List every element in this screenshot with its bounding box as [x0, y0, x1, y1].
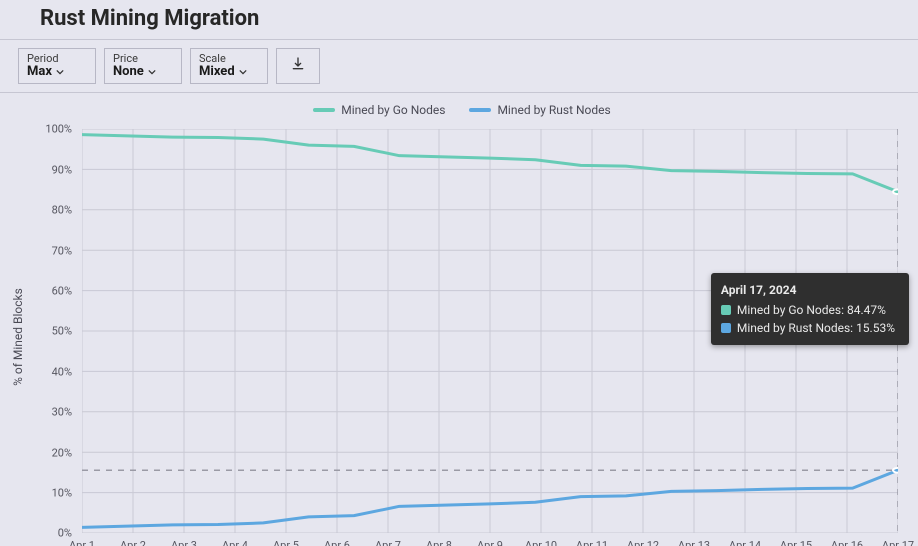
- legend-item-rust[interactable]: Mined by Rust Nodes: [469, 103, 610, 117]
- y-tick: 80%: [52, 204, 72, 217]
- x-tick: Apr 14: [729, 539, 761, 546]
- x-tick: Apr 9: [477, 539, 503, 546]
- price-value: None: [113, 65, 144, 79]
- chart-legend: Mined by Go Nodes Mined by Rust Nodes: [10, 99, 914, 119]
- y-tick: 100%: [45, 123, 72, 136]
- tooltip-date: April 17, 2024: [721, 281, 895, 299]
- chart-container: Mined by Go Nodes Mined by Rust Nodes % …: [0, 93, 918, 546]
- scale-selector[interactable]: Scale Mixed: [190, 48, 268, 84]
- legend-swatch-rust: [469, 108, 491, 112]
- y-tick: 20%: [52, 446, 72, 459]
- x-tick: Apr 6: [324, 539, 350, 546]
- chevron-down-icon: [148, 68, 156, 76]
- y-axis-ticks: 0%10%20%30%40%50%60%70%80%90%100%: [24, 129, 78, 533]
- y-tick: 10%: [52, 486, 72, 499]
- chevron-down-icon: [239, 68, 247, 76]
- page-title: Rust Mining Migration: [0, 0, 918, 40]
- x-tick: Apr 15: [780, 539, 812, 546]
- x-axis-ticks: Apr 1Apr 2Apr 3Apr 4Apr 5Apr 6Apr 7Apr 8…: [82, 537, 898, 546]
- period-value: Max: [27, 65, 52, 79]
- x-tick: Apr 2: [120, 539, 146, 546]
- x-tick: Apr 7: [375, 539, 401, 546]
- y-axis-label: % of Mined Blocks: [11, 289, 25, 387]
- price-selector[interactable]: Price None: [104, 48, 182, 84]
- x-tick: Apr 16: [831, 539, 863, 546]
- y-tick: 70%: [52, 244, 72, 257]
- legend-item-go[interactable]: Mined by Go Nodes: [313, 103, 445, 117]
- period-selector[interactable]: Period Max: [18, 48, 96, 84]
- y-tick: 50%: [52, 325, 72, 338]
- chart-area[interactable]: % of Mined Blocks 0%10%20%30%40%50%60%70…: [24, 119, 914, 546]
- x-tick: Apr 13: [678, 539, 710, 546]
- legend-label-rust: Mined by Rust Nodes: [497, 103, 610, 117]
- chart-tooltip: April 17, 2024 Mined by Go Nodes: 84.47%…: [711, 273, 909, 345]
- x-tick: Apr 8: [426, 539, 452, 546]
- tooltip-swatch-go: [721, 305, 731, 315]
- x-tick: Apr 3: [171, 539, 197, 546]
- legend-label-go: Mined by Go Nodes: [341, 103, 445, 117]
- scale-value: Mixed: [199, 65, 235, 79]
- x-tick: Apr 10: [525, 539, 557, 546]
- y-tick: 40%: [52, 365, 72, 378]
- legend-swatch-go: [313, 108, 335, 112]
- tooltip-swatch-rust: [721, 323, 731, 333]
- x-tick: Apr 4: [222, 539, 248, 546]
- y-tick: 0%: [58, 527, 72, 540]
- y-tick: 60%: [52, 284, 72, 297]
- chart-toolbar: Period Max Price None Scale Mixed: [0, 40, 918, 93]
- x-tick: Apr 12: [627, 539, 659, 546]
- y-tick: 30%: [52, 406, 72, 419]
- y-tick: 90%: [52, 163, 72, 176]
- chevron-down-icon: [56, 68, 64, 76]
- download-button[interactable]: [276, 48, 320, 84]
- tooltip-rust-value: Mined by Rust Nodes: 15.53%: [737, 319, 895, 337]
- x-tick: Apr 17: [882, 539, 914, 546]
- x-tick: Apr 1: [69, 539, 95, 546]
- download-icon: [290, 56, 306, 76]
- x-tick: Apr 11: [576, 539, 608, 546]
- x-tick: Apr 5: [273, 539, 299, 546]
- tooltip-go-value: Mined by Go Nodes: 84.47%: [737, 301, 886, 319]
